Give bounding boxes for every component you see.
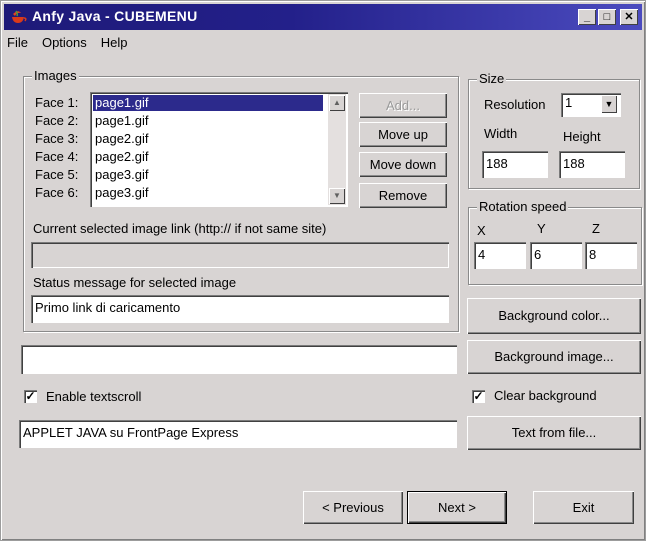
rotation-y-input[interactable]: 6 xyxy=(530,242,582,269)
title-bar[interactable]: Anfy Java - CUBEMENU _ □ ✕ xyxy=(4,4,642,30)
list-item[interactable]: page3.gif xyxy=(93,167,149,183)
window-title: Anfy Java - CUBEMENU xyxy=(32,8,198,24)
face-5-label: Face 5: xyxy=(35,167,79,182)
resolution-select[interactable]: 1 ▼ xyxy=(561,93,621,117)
list-item[interactable]: page1.gif xyxy=(93,113,149,129)
chevron-down-icon[interactable]: ▼ xyxy=(601,95,617,113)
close-icon: ✕ xyxy=(624,11,634,23)
menu-file[interactable]: File xyxy=(7,35,28,55)
maximize-button[interactable]: □ xyxy=(598,9,616,25)
maximize-icon: □ xyxy=(603,11,611,23)
face-1-label: Face 1: xyxy=(35,95,79,110)
menu-help[interactable]: Help xyxy=(101,35,128,55)
background-color-button[interactable]: Background color... xyxy=(467,298,641,334)
previous-button[interactable]: < Previous xyxy=(303,491,403,524)
minimize-icon: _ xyxy=(583,11,591,23)
minimize-button[interactable]: _ xyxy=(578,9,596,25)
rotation-speed-legend: Rotation speed xyxy=(477,199,569,214)
checkmark-icon: ✓ xyxy=(473,389,484,403)
rotation-z-label: Z xyxy=(592,221,600,236)
move-down-button[interactable]: Move down xyxy=(359,152,447,177)
face-image-list[interactable]: page1.gif page1.gif page2.gif page2.gif … xyxy=(90,92,348,207)
width-input[interactable]: 188 xyxy=(482,151,548,178)
clear-background-checkbox[interactable]: ✓ xyxy=(472,390,485,403)
size-group-legend: Size xyxy=(477,71,507,86)
status-message-input[interactable]: Primo link di caricamento xyxy=(31,295,449,323)
height-input[interactable]: 188 xyxy=(559,151,625,178)
face-4-label: Face 4: xyxy=(35,149,79,164)
clear-background-label: Clear background xyxy=(494,388,597,403)
face-6-label: Face 6: xyxy=(35,185,79,200)
list-item[interactable]: page3.gif xyxy=(93,185,149,201)
enable-textscroll-label: Enable textscroll xyxy=(46,389,142,404)
list-item[interactable]: page2.gif xyxy=(93,149,149,165)
face-3-label: Face 3: xyxy=(35,131,79,146)
scroll-down-icon[interactable]: ▼ xyxy=(329,188,345,204)
background-image-button[interactable]: Background image... xyxy=(467,340,641,374)
close-button[interactable]: ✕ xyxy=(620,9,638,25)
list-item[interactable]: page2.gif xyxy=(93,131,149,147)
textscroll-input[interactable]: APPLET JAVA su FrontPage Express xyxy=(19,420,457,448)
list-scrollbar[interactable]: ▲ ▼ xyxy=(328,94,346,205)
add-button[interactable]: Add... xyxy=(359,93,447,118)
images-group-legend: Images xyxy=(32,68,79,83)
image-link-input[interactable] xyxy=(31,242,449,268)
move-up-button[interactable]: Move up xyxy=(359,122,447,147)
list-item[interactable]: page1.gif xyxy=(93,95,323,111)
menu-bar: File Options Help xyxy=(7,35,128,55)
java-cup-icon xyxy=(12,10,27,23)
image-link-label: Current selected image link (http:// if … xyxy=(33,221,327,236)
width-label: Width xyxy=(484,126,518,141)
application-window: Anfy Java - CUBEMENU _ □ ✕ File Options … xyxy=(0,0,646,541)
next-button[interactable]: Next > xyxy=(407,491,507,524)
resolution-value: 1 xyxy=(565,95,573,110)
text-from-file-button[interactable]: Text from file... xyxy=(467,416,641,450)
scroll-up-icon[interactable]: ▲ xyxy=(329,95,345,111)
rotation-x-input[interactable]: 4 xyxy=(474,242,526,269)
resolution-label: Resolution xyxy=(484,97,546,112)
menu-options[interactable]: Options xyxy=(42,35,87,55)
remove-button[interactable]: Remove xyxy=(359,183,447,208)
text-input[interactable] xyxy=(21,345,457,374)
height-label: Height xyxy=(563,129,601,144)
exit-button[interactable]: Exit xyxy=(533,491,634,524)
checkmark-icon: ✓ xyxy=(25,389,36,403)
rotation-y-label: Y xyxy=(537,221,546,236)
status-message-label: Status message for selected image xyxy=(33,275,237,290)
face-2-label: Face 2: xyxy=(35,113,79,128)
rotation-x-label: X xyxy=(477,223,486,238)
enable-textscroll-checkbox[interactable]: ✓ xyxy=(24,390,37,403)
rotation-z-input[interactable]: 8 xyxy=(585,242,637,269)
